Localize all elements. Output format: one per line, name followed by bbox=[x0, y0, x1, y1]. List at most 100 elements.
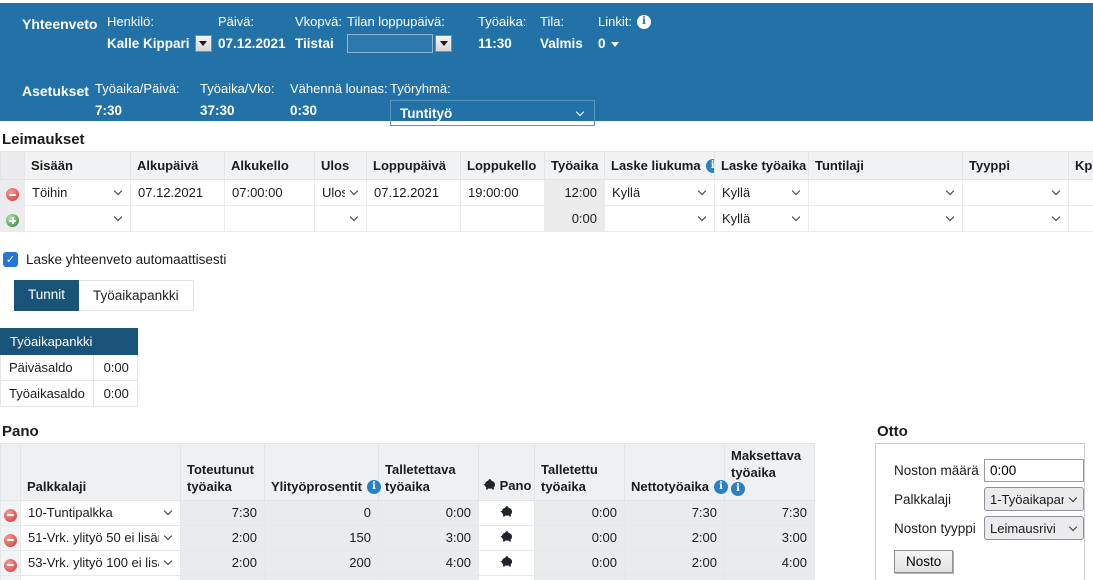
tyoaikasaldo-label: Työaikasaldo bbox=[0, 380, 94, 407]
tilan-loppupaiva-input[interactable] bbox=[347, 34, 433, 53]
linkit-value: 0 bbox=[598, 35, 606, 51]
alkukello-cell[interactable]: 07:00:00 bbox=[224, 179, 315, 206]
talletettu-cell: 0:00 bbox=[534, 549, 625, 576]
chevron-down-icon bbox=[1068, 493, 1078, 502]
tuntilaji-select[interactable] bbox=[816, 181, 955, 205]
sisaan-select[interactable]: Töihin bbox=[32, 181, 123, 205]
loppukello-cell[interactable] bbox=[460, 205, 545, 232]
piggy-bank-icon bbox=[482, 478, 497, 496]
col-laske-liukuma: Laske liukuma bbox=[604, 151, 715, 180]
info-icon[interactable] bbox=[731, 481, 745, 496]
kpl-cell[interactable] bbox=[1068, 205, 1093, 232]
pano-deposit-button[interactable] bbox=[499, 530, 514, 546]
col-loppupaiva: Loppupäivä bbox=[366, 151, 461, 180]
caret-down-icon bbox=[610, 41, 619, 47]
loppukello-cell[interactable]: 19:00:00 bbox=[460, 179, 545, 206]
nosto-button[interactable]: Nosto bbox=[894, 550, 954, 573]
talletettava-cell: 3:00 bbox=[378, 524, 479, 551]
chevron-down-icon bbox=[791, 186, 801, 196]
palkkalaji-select[interactable]: 10-Tuntipalkka bbox=[28, 501, 173, 524]
field-tyoaika: Työaika: 11:30 bbox=[478, 14, 526, 52]
tilan-loppupaiva-dropdown-button[interactable] bbox=[435, 35, 452, 52]
tab-tyoaikapankki[interactable]: Työaikapankki bbox=[79, 280, 194, 311]
paivasaldo-value: 0:00 bbox=[92, 354, 138, 381]
ulos-select[interactable] bbox=[322, 207, 359, 231]
info-icon[interactable] bbox=[705, 158, 714, 173]
tyoryhma-select[interactable]: Tuntityö bbox=[390, 100, 595, 126]
col-tyyppi: Tyyppi bbox=[962, 151, 1069, 180]
delete-row-icon[interactable] bbox=[4, 533, 17, 547]
loppupaiva-cell[interactable] bbox=[366, 205, 461, 232]
info-icon[interactable] bbox=[636, 14, 651, 29]
laske-tyoaika-select[interactable]: Kyllä bbox=[722, 181, 801, 205]
palkkalaji-select[interactable]: 53-Vrk. ylityö 100 ei lisä bbox=[28, 551, 173, 574]
paivasaldo-label: Päiväsaldo bbox=[0, 354, 94, 381]
noston-maara-label: Noston määrä bbox=[894, 463, 979, 478]
delete-row-icon[interactable] bbox=[6, 188, 19, 202]
tyyppi-select[interactable] bbox=[970, 207, 1061, 231]
bank-title: Työaikapankki bbox=[0, 328, 138, 355]
pano-deposit-button[interactable] bbox=[499, 505, 514, 521]
laske-tyoaika-select[interactable]: Kyllä bbox=[722, 207, 801, 231]
field-henkilo: Henkilö: Kalle Kippari bbox=[107, 14, 212, 52]
noston-tyyppi-select[interactable]: Leimausrivi bbox=[984, 516, 1084, 540]
col-pano: Pano bbox=[478, 443, 535, 501]
checkbox-checked-icon[interactable] bbox=[3, 252, 18, 267]
noston-tyyppi-label: Noston tyyppi bbox=[894, 520, 976, 536]
tyoaikasaldo-value: 0:00 bbox=[92, 380, 138, 407]
triangle-down-icon bbox=[199, 40, 208, 46]
tyoryhma-value: Tuntityö bbox=[400, 105, 453, 121]
leimaus-row: 0:00 Kyllä bbox=[0, 205, 1093, 232]
linkit-dropdown[interactable]: 0 bbox=[598, 34, 651, 52]
add-row-icon[interactable] bbox=[6, 214, 19, 228]
nettotyoaika-cell: 2:00 bbox=[624, 549, 725, 576]
paiva-label: Päivä: bbox=[218, 14, 255, 29]
chevron-down-icon bbox=[1051, 186, 1061, 196]
pano-deposit-button[interactable] bbox=[499, 555, 514, 571]
tyoaika-label: Työaika: bbox=[478, 14, 527, 29]
tyoaika-cell: 12:00 bbox=[544, 179, 605, 206]
time-tracking-page: Yhteenveto Henkilö: Kalle Kippari Päivä:… bbox=[0, 0, 1093, 580]
ulos-select[interactable]: Ulos bbox=[322, 181, 359, 205]
field-tyoaika-vko: Työaika/Vko: 37:30 bbox=[200, 81, 274, 119]
alkupaiva-cell[interactable] bbox=[130, 205, 225, 232]
nettotyoaika-cell: 7:30 bbox=[624, 499, 725, 526]
col-ylityoprosentit: Ylityöprosentit bbox=[264, 443, 382, 501]
tuntilaji-select[interactable] bbox=[816, 207, 955, 231]
palkkalaji-select[interactable] bbox=[28, 576, 173, 580]
delete-row-icon[interactable] bbox=[4, 558, 17, 572]
alkupaiva-cell[interactable]: 07.12.2021 bbox=[130, 179, 225, 206]
ylityoprosentit-cell: 0 bbox=[264, 499, 379, 526]
col-laske-tyoaika: Laske työaika bbox=[714, 151, 809, 180]
summary-title: Yhteenveto bbox=[22, 16, 98, 32]
tab-tunnit[interactable]: Tunnit bbox=[14, 280, 80, 311]
henkilo-dropdown-button[interactable] bbox=[194, 34, 212, 52]
palkkalaji-select[interactable]: 51-Vrk. ylityö 50 ei lisär bbox=[28, 526, 173, 549]
col-talletettava: Talletettava työaika bbox=[378, 443, 479, 501]
sisaan-select[interactable] bbox=[32, 207, 123, 231]
tyyppi-select[interactable] bbox=[970, 181, 1061, 205]
laske-liukuma-select[interactable]: Kyllä bbox=[612, 181, 707, 205]
pano-title: Pano bbox=[2, 423, 39, 440]
chevron-down-icon bbox=[113, 212, 123, 222]
leimaus-row: Töihin 07.12.2021 07:00:00 Ulos 07.12.20… bbox=[0, 179, 1093, 206]
loppupaiva-cell[interactable]: 07.12.2021 bbox=[366, 179, 461, 206]
ylityoprosentit-cell: 150 bbox=[264, 524, 379, 551]
field-tyoryhma: Työryhmä: Tuntityö bbox=[390, 81, 595, 126]
tabs: Tunnit Työaikapankki bbox=[14, 280, 1093, 311]
tyoaika-paiva-value: 7:30 bbox=[95, 102, 123, 118]
delete-row-icon[interactable] bbox=[4, 508, 17, 522]
tila-value: Valmis bbox=[540, 35, 583, 51]
leimaukset-table: Sisään Alkupäivä Alkukello Ulos Loppupäi… bbox=[0, 151, 1093, 232]
laske-liukuma-select[interactable] bbox=[612, 207, 707, 231]
tyoaika-paiva-label: Työaika/Päivä: bbox=[95, 81, 180, 96]
chevron-down-icon bbox=[163, 532, 173, 541]
otto-palkkalaji-select[interactable]: 1-Työaikapan bbox=[984, 487, 1084, 511]
alkukello-cell[interactable] bbox=[224, 205, 315, 232]
noston-maara-input[interactable] bbox=[984, 459, 1084, 482]
pano-row: 10-Tuntipalkka 7:30 0 0:00 0:00 7:30 7:3… bbox=[0, 499, 815, 526]
kpl-cell[interactable] bbox=[1068, 179, 1093, 206]
col-nettotyoaika: Nettotyöaika bbox=[624, 443, 729, 501]
auto-calc-label: Laske yhteenveto automaattisesti bbox=[26, 252, 227, 267]
henkilo-value: Kalle Kippari bbox=[107, 35, 190, 51]
